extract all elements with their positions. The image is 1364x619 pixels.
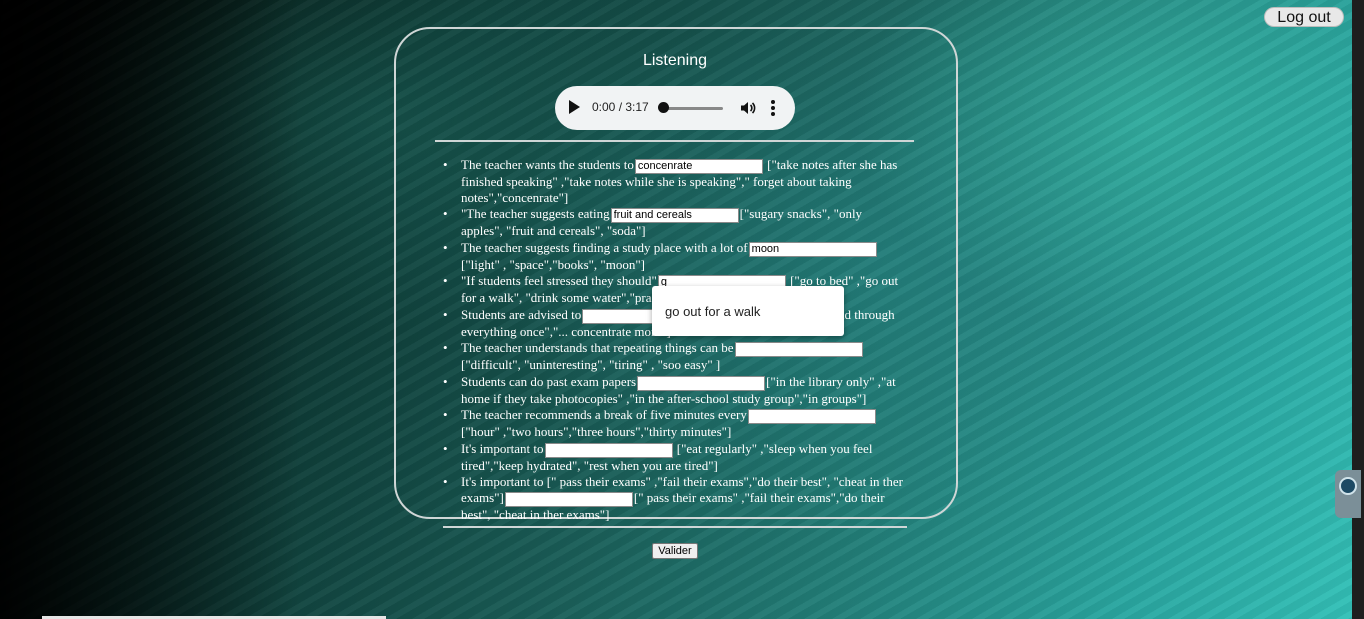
widget-icon [1339, 477, 1357, 495]
question-item: The teacher recommends a break of five m… [443, 407, 905, 440]
answer-input[interactable] [734, 342, 863, 357]
answer-input[interactable] [637, 375, 766, 391]
question-text: "If students feel stressed they should" [461, 273, 657, 288]
question-item: The teacher understands that repeating t… [443, 340, 905, 373]
page-scrollbar[interactable] [1352, 0, 1364, 619]
answer-options: ["hour" ,"two hours","three hours","thir… [461, 424, 732, 439]
question-text: The teacher understands that repeating t… [461, 340, 734, 355]
answer-options: ["light" , "space","books", "moon"] [461, 256, 645, 272]
question-list: The teacher wants the students to ["take… [443, 157, 905, 523]
answer-options: ["difficult", "uninteresting", "tiring" … [461, 357, 721, 372]
audio-seek-handle[interactable] [658, 102, 669, 113]
question-item: Students can do past exam papers["in the… [443, 374, 905, 407]
autocomplete-dropdown[interactable]: go out for a walk [652, 286, 844, 336]
audio-time: 0:00 / 3:17 [592, 100, 649, 114]
question-text: It's important to [461, 440, 544, 456]
question-item: It's important to [" pass their exams" ,… [443, 474, 905, 522]
question-text: The teacher recommends a break of five m… [461, 407, 747, 422]
answer-input[interactable] [504, 491, 633, 507]
side-widget[interactable] [1335, 470, 1361, 518]
section-title: Listening [642, 52, 708, 69]
play-icon[interactable] [569, 100, 580, 114]
question-text: The teacher suggests finding a study pla… [461, 239, 748, 255]
answer-input[interactable] [634, 159, 763, 174]
question-text: "The teacher suggests eating [461, 206, 610, 221]
audio-player[interactable]: 0:00 / 3:17 [555, 86, 795, 130]
logout-button[interactable]: Log out [1264, 7, 1344, 27]
question-text: The teacher wants the students to [461, 157, 634, 172]
question-item: The teacher wants the students to ["take… [443, 157, 905, 205]
volume-icon[interactable] [740, 100, 756, 116]
more-options-icon[interactable] [771, 100, 775, 116]
question-item: "The teacher suggests eating["sugary sna… [443, 206, 905, 239]
divider-bottom [443, 526, 907, 528]
background-shade [0, 0, 300, 619]
question-item: The teacher suggests finding a study pla… [443, 240, 905, 273]
question-text: Students are advised to [461, 306, 582, 322]
question-text: Students can do past exam papers [461, 373, 637, 389]
question-item: It's important to ["eat regularly" ,"sle… [443, 441, 905, 474]
answer-input[interactable] [544, 442, 673, 458]
answer-input[interactable] [747, 409, 876, 424]
divider-top [435, 140, 914, 142]
autocomplete-option[interactable]: go out for a walk [665, 304, 760, 319]
submit-button[interactable]: Valider [652, 543, 698, 559]
answer-input[interactable] [748, 241, 877, 257]
answer-input[interactable] [610, 208, 739, 223]
